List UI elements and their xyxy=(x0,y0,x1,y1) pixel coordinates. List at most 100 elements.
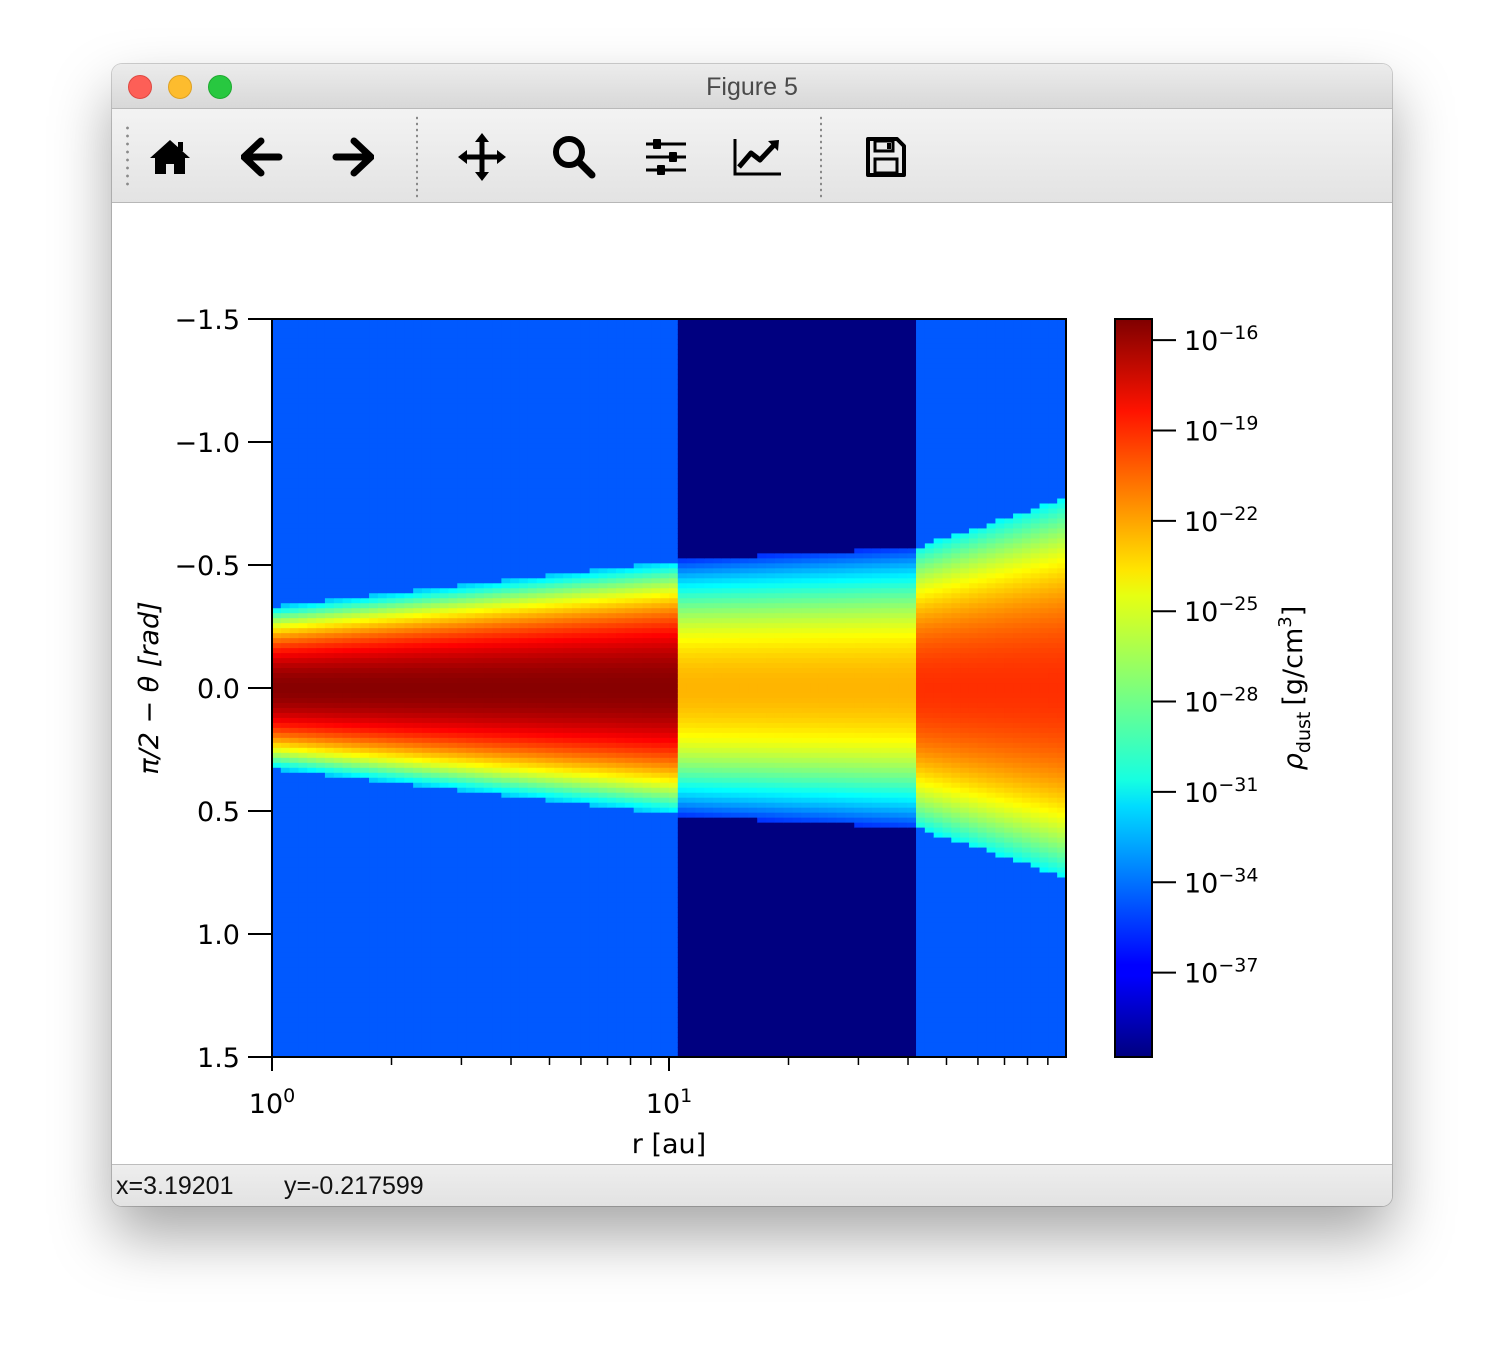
heatmap-cell xyxy=(316,902,326,909)
heatmap-cell xyxy=(386,328,397,335)
heatmap-cell xyxy=(289,478,300,485)
heatmap-cell xyxy=(360,962,370,968)
heatmap-cell xyxy=(421,578,432,584)
heatmap-cell xyxy=(466,588,476,594)
heatmap-cell xyxy=(360,892,370,899)
figure-canvas[interactable]: 100 101 −1.5 −1.0 −0.5 0.0 0.5 1.0 1.5 r [au] π… xyxy=(112,203,1392,1165)
home-button[interactable] xyxy=(142,129,198,185)
heatmap-cell xyxy=(554,782,564,789)
heatmap-cell xyxy=(307,762,317,769)
heatmap-cell xyxy=(545,413,555,420)
heatmap-cell xyxy=(421,468,432,475)
heatmap-cell xyxy=(439,742,450,749)
heatmap-cell xyxy=(377,932,388,938)
heatmap-cell xyxy=(545,443,555,450)
heatmap-cell xyxy=(316,423,326,430)
heatmap-cell xyxy=(448,727,458,734)
heatmap-cell xyxy=(272,942,282,948)
heatmap-cell xyxy=(289,678,300,684)
heatmap-cell xyxy=(307,663,317,669)
heatmap-cell xyxy=(421,518,432,525)
heatmap-cell xyxy=(474,503,485,510)
heatmap-cell xyxy=(413,358,423,365)
heatmap-cell xyxy=(439,333,450,340)
heatmap-cell xyxy=(298,408,308,415)
customize-button[interactable] xyxy=(730,129,786,185)
heatmap-cell xyxy=(316,448,326,455)
heatmap-cell xyxy=(369,398,379,405)
heatmap-cell xyxy=(395,707,405,714)
heatmap-cell xyxy=(280,583,291,589)
heatmap-cell xyxy=(377,368,388,375)
heatmap-cell xyxy=(448,593,458,599)
heatmap-cell xyxy=(351,603,361,609)
density-heatmap[interactable] xyxy=(272,319,1067,1058)
heatmap-cell xyxy=(377,543,388,549)
heatmap-cell xyxy=(333,692,344,699)
heatmap-cell xyxy=(527,533,538,540)
heatmap-cell xyxy=(430,678,441,684)
heatmap-cell xyxy=(307,683,317,689)
heatmap-cell xyxy=(527,513,538,520)
heatmap-cell xyxy=(421,623,432,629)
forward-button[interactable] xyxy=(325,129,381,185)
heatmap-cell xyxy=(307,578,317,584)
heatmap-cell xyxy=(413,897,423,904)
toolbar-grip[interactable] xyxy=(126,124,129,188)
heatmap-cell xyxy=(360,807,370,814)
pan-button[interactable] xyxy=(454,129,510,185)
heatmap-cell xyxy=(448,598,458,604)
plot-svg[interactable]: 100 101 −1.5−1.0−0.50.00.51.01.5 r [au] π… xyxy=(112,203,1392,1165)
heatmap-cell xyxy=(421,917,432,923)
heatmap-cell xyxy=(527,742,538,749)
heatmap-cell xyxy=(360,353,370,360)
heatmap-cell xyxy=(324,433,335,440)
heatmap-cell xyxy=(439,433,450,440)
heatmap-cell xyxy=(466,658,476,664)
zoom-button[interactable] xyxy=(546,129,602,185)
heatmap-cell xyxy=(342,678,352,684)
heatmap-cell xyxy=(351,987,361,993)
heatmap-cell xyxy=(466,857,476,864)
heatmap-cell xyxy=(395,688,405,694)
heatmap-cell xyxy=(457,558,467,564)
heatmap-cell xyxy=(510,727,520,734)
heatmap-cell xyxy=(307,867,317,874)
heatmap-cell xyxy=(289,992,300,998)
heatmap-cell xyxy=(386,802,397,809)
heatmap-cell xyxy=(519,982,529,988)
heatmap-cell xyxy=(386,603,397,609)
heatmap-cell xyxy=(324,358,335,365)
back-button[interactable] xyxy=(234,129,290,185)
heatmap-cell xyxy=(519,817,529,824)
heatmap-cell xyxy=(466,892,476,899)
heatmap-cell xyxy=(536,548,547,554)
heatmap-cell xyxy=(466,598,476,604)
heatmap-cell xyxy=(342,742,352,749)
heatmap-cell xyxy=(527,732,538,739)
heatmap-cell xyxy=(395,423,405,430)
heatmap-cell xyxy=(466,323,476,330)
heatmap-cell xyxy=(563,558,573,564)
title-bar[interactable]: Figure 5 xyxy=(112,64,1392,109)
heatmap-cell xyxy=(342,782,352,789)
heatmap-cell xyxy=(457,1047,467,1053)
heatmap-cell xyxy=(448,333,458,340)
heatmap-cell xyxy=(483,688,494,694)
heatmap-cell xyxy=(466,1037,476,1043)
heatmap-cell xyxy=(307,358,317,365)
heatmap-cell xyxy=(298,1012,308,1018)
heatmap-cell xyxy=(324,827,335,834)
heatmap-cell xyxy=(536,932,547,938)
subplots-button[interactable] xyxy=(638,129,694,185)
save-button[interactable] xyxy=(858,129,914,185)
heatmap-cell xyxy=(421,757,432,764)
heatmap-cell xyxy=(510,443,520,450)
heatmap-cell xyxy=(369,563,379,569)
heatmap-cell xyxy=(483,398,494,405)
heatmap-cell xyxy=(421,777,432,784)
heatmap-cell xyxy=(377,653,388,659)
heatmap-cell xyxy=(272,368,282,375)
heatmap-cell xyxy=(466,812,476,819)
heatmap-cell xyxy=(536,1037,547,1043)
